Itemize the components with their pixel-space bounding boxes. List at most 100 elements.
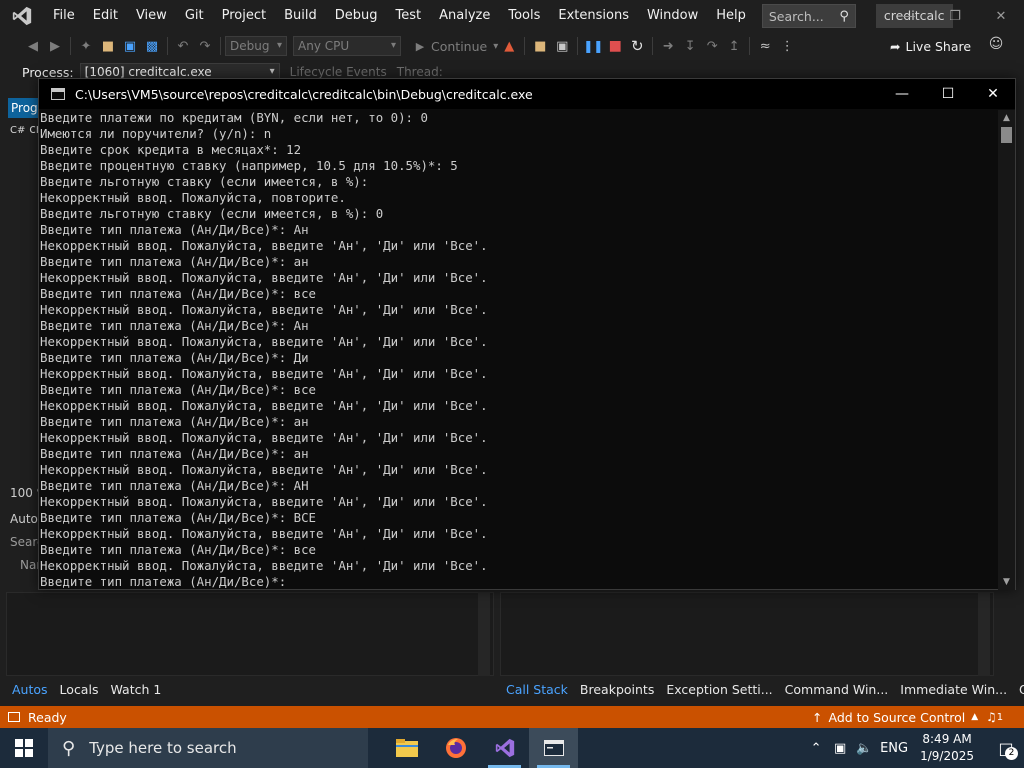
menu-help[interactable]: Help bbox=[707, 0, 755, 32]
zoom-level[interactable]: 100 % bbox=[10, 486, 40, 500]
tab-output[interactable]: Output bbox=[1013, 682, 1024, 697]
minimize-icon: — bbox=[902, 8, 916, 24]
volume-muted-icon[interactable]: 🔈 bbox=[852, 741, 876, 756]
ready-icon bbox=[8, 712, 20, 722]
redo-icon[interactable]: ↷ bbox=[194, 35, 216, 57]
vs-minimize-button[interactable]: — bbox=[886, 0, 932, 32]
menu-debug[interactable]: Debug bbox=[326, 0, 387, 32]
continue-play-icon[interactable]: ▶ bbox=[409, 35, 431, 57]
lifecycle-events-button[interactable]: Lifecycle Events bbox=[290, 65, 387, 79]
taskbar-search-box[interactable]: ⚲ Type here to search bbox=[48, 728, 368, 768]
notifications-count: 1 bbox=[996, 711, 1004, 723]
toolbar-separator bbox=[652, 37, 654, 55]
menu-edit[interactable]: Edit bbox=[84, 0, 127, 32]
menu-analyze[interactable]: Analyze bbox=[430, 0, 499, 32]
hot-reload-flame-icon[interactable]: ▲ bbox=[498, 35, 520, 57]
window-icon[interactable]: ▣ bbox=[551, 35, 573, 57]
menu-test[interactable]: Test bbox=[387, 0, 431, 32]
visual-studio-taskbar-button[interactable] bbox=[480, 728, 529, 768]
action-center-button[interactable]: □ 2 bbox=[988, 728, 1024, 768]
taskbar-clock[interactable]: 8:49 AM 1/9/2025 bbox=[920, 731, 974, 765]
folder-icon[interactable]: ■ bbox=[529, 35, 551, 57]
vs-restore-button[interactable]: ❐ bbox=[932, 0, 978, 32]
call-stack-grid bbox=[500, 592, 994, 676]
continue-button-label[interactable]: Continue bbox=[431, 39, 487, 54]
back-icon[interactable]: ◀ bbox=[22, 35, 44, 57]
tab-autos[interactable]: Autos bbox=[6, 682, 54, 697]
console-close-button[interactable]: ✕ bbox=[970, 79, 1016, 109]
console-output[interactable]: Введите платежи по кредитам (BYN, если н… bbox=[39, 110, 999, 590]
console-maximize-button[interactable]: ☐ bbox=[925, 79, 971, 109]
live-share-button[interactable]: ➦ Live Share bbox=[890, 36, 971, 56]
step-over-icon[interactable]: ↷ bbox=[701, 35, 723, 57]
save-icon[interactable]: ▣ bbox=[119, 35, 141, 57]
console-scrollbar-thumb[interactable] bbox=[1001, 127, 1012, 143]
console-title-bar[interactable]: C:\Users\VM5\source\repos\creditcalc\cre… bbox=[39, 79, 1015, 109]
chevron-up-icon[interactable]: ⌃ bbox=[804, 741, 828, 756]
autos-search-box[interactable]: Search bbox=[10, 535, 40, 549]
step-out-icon[interactable]: ↥ bbox=[723, 35, 745, 57]
platform-select[interactable]: Any CPU bbox=[293, 36, 401, 56]
undo-icon[interactable]: ↶ bbox=[172, 35, 194, 57]
notifications-button[interactable]: ♫ 1 bbox=[986, 706, 1003, 728]
vs-close-button[interactable]: ✕ bbox=[978, 0, 1024, 32]
left-panel-tabs: Autos Locals Watch 1 bbox=[6, 678, 167, 700]
save-all-icon[interactable]: ▩ bbox=[141, 35, 163, 57]
feedback-icon[interactable]: ☺ bbox=[986, 36, 1006, 56]
firefox-taskbar-button[interactable] bbox=[431, 728, 480, 768]
step-into-icon[interactable]: ↧ bbox=[679, 35, 701, 57]
diagnostics-icon[interactable]: ≈ bbox=[754, 35, 776, 57]
stop-icon[interactable]: ■ bbox=[604, 35, 626, 57]
tab-exception-setti[interactable]: Exception Setti... bbox=[660, 682, 778, 697]
configuration-select[interactable]: Debug bbox=[225, 36, 287, 56]
console-line: Некорректный ввод. Пожалуйста, введите '… bbox=[40, 430, 488, 445]
start-button[interactable] bbox=[0, 728, 48, 768]
restart-icon[interactable]: ↻ bbox=[626, 35, 648, 57]
console-line: Некорректный ввод. Пожалуйста, введите '… bbox=[40, 526, 488, 541]
language-indicator[interactable]: ENG bbox=[876, 741, 912, 756]
menu-git[interactable]: Git bbox=[176, 0, 213, 32]
vs-menubar: File Edit View Git Project Build Debug Test Anal… bbox=[0, 0, 1024, 32]
bell-icon: ♫ bbox=[986, 710, 997, 724]
menu-view[interactable]: View bbox=[127, 0, 176, 32]
console-line: Некорректный ввод. Пожалуйста, введите '… bbox=[40, 238, 488, 253]
menu-file[interactable]: File bbox=[44, 0, 84, 32]
new-project-icon[interactable]: ✦ bbox=[75, 35, 97, 57]
menu-build[interactable]: Build bbox=[275, 0, 326, 32]
add-to-source-control-button[interactable]: ↑ Add to Source Control ▲ bbox=[812, 706, 978, 728]
autos-scrollbar[interactable] bbox=[478, 592, 490, 676]
tab-call-stack[interactable]: Call Stack bbox=[500, 682, 574, 697]
tab-locals[interactable]: Locals bbox=[54, 682, 105, 697]
menu-tools[interactable]: Tools bbox=[499, 0, 549, 32]
source-control-label: Add to Source Control bbox=[828, 709, 966, 725]
notification-count: 2 bbox=[1005, 747, 1018, 760]
tab-breakpoints[interactable]: Breakpoints bbox=[574, 682, 660, 697]
toolbar-separator bbox=[577, 37, 579, 55]
call-stack-scrollbar[interactable] bbox=[978, 592, 990, 676]
console-taskbar-button[interactable] bbox=[529, 728, 578, 768]
tab-immediate-win[interactable]: Immediate Win... bbox=[894, 682, 1013, 697]
pause-icon[interactable]: ❚❚ bbox=[582, 35, 604, 57]
menu-project[interactable]: Project bbox=[213, 0, 275, 32]
tab-program-cs[interactable]: Program.cs bbox=[8, 98, 40, 118]
open-folder-icon[interactable]: ■ bbox=[97, 35, 119, 57]
vs-search-box[interactable]: Search... ⚲ bbox=[761, 4, 856, 28]
close-icon: ✕ bbox=[995, 8, 1007, 24]
show-next-statement-icon[interactable]: ➜ bbox=[657, 35, 679, 57]
solution-explorer-item[interactable]: C# creditcalc bbox=[10, 122, 40, 136]
tab-watch-1[interactable]: Watch 1 bbox=[104, 682, 167, 697]
tab-command-win[interactable]: Command Win... bbox=[779, 682, 895, 697]
menu-extensions[interactable]: Extensions bbox=[549, 0, 638, 32]
visual-studio-logo-icon bbox=[0, 0, 44, 32]
console-minimize-button[interactable]: — bbox=[879, 79, 925, 109]
network-icon[interactable]: ▣ bbox=[828, 741, 852, 756]
menu-window[interactable]: Window bbox=[638, 0, 707, 32]
forward-icon[interactable]: ▶ bbox=[44, 35, 66, 57]
console-scrollbar[interactable]: ▲ ▼ bbox=[998, 110, 1015, 590]
file-explorer-taskbar-button[interactable] bbox=[382, 728, 431, 768]
toolbar-options-icon[interactable]: ⋮ bbox=[776, 35, 798, 57]
console-window[interactable]: C:\Users\VM5\source\repos\creditcalc\cre… bbox=[38, 78, 1016, 590]
scroll-down-icon[interactable]: ▼ bbox=[998, 574, 1015, 590]
console-line: Некорректный ввод. Пожалуйста, введите '… bbox=[40, 302, 488, 317]
scroll-up-icon[interactable]: ▲ bbox=[998, 110, 1015, 126]
